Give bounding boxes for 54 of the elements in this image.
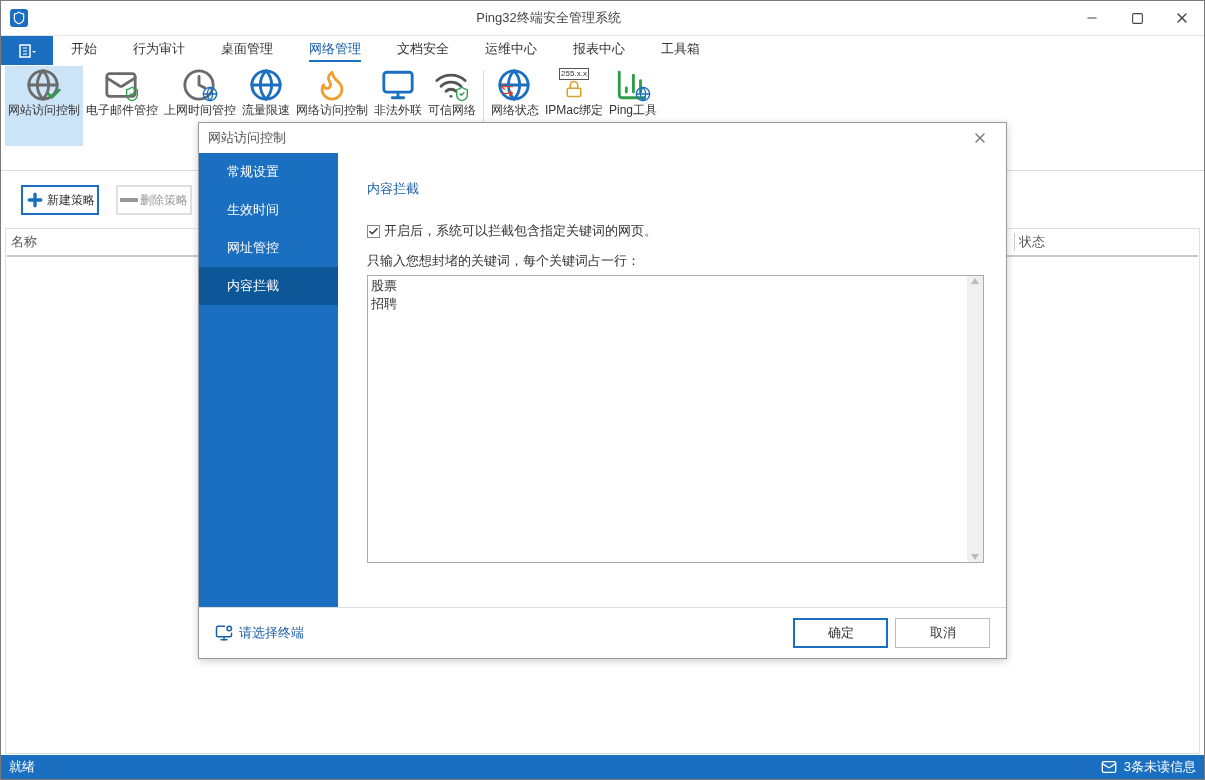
dialog-title: 网站访问控制 [208,129,286,147]
menu-tab[interactable]: 运维中心 [467,36,555,65]
menu-tab[interactable]: 工具箱 [643,36,718,65]
select-terminal-link[interactable]: 请选择终端 [239,623,304,643]
unread-messages-link[interactable]: 3条未读信息 [1123,757,1196,777]
sidebar-item[interactable]: 生效时间 [199,191,338,229]
ribbon-button[interactable]: 可信网络 [425,66,479,146]
new-policy-button[interactable]: 新建策略 [21,185,99,215]
ribbon-button[interactable]: 网络状态 [488,66,542,146]
scroll-down-icon [971,554,979,560]
sidebar-item[interactable]: 网址管控 [199,229,338,267]
plus-icon [25,190,45,210]
menu-tab[interactable]: 文档安全 [379,36,467,65]
menu-tab[interactable]: 报表中心 [555,36,643,65]
menu-tab[interactable]: 行为审计 [115,36,203,65]
signal-globe-icon [615,68,652,102]
ribbon-button[interactable]: 电子邮件管控 [83,66,161,146]
globe-check-icon [26,68,62,102]
column-header: 名称 [10,233,37,251]
maximize-icon[interactable] [1131,11,1144,25]
globe-network-icon [249,68,283,102]
menu-tab[interactable]: 桌面管理 [203,36,291,65]
ribbon-button[interactable]: Ping工具 [606,66,661,146]
cancel-button[interactable]: 取消 [895,618,990,648]
ribbon-button[interactable]: 255.x.x IPMac绑定 [542,66,606,146]
ok-button[interactable]: 确定 [793,618,888,648]
field-label: 只输入您想封堵的关键词，每个关键词占一行： [367,252,641,270]
keyword-line: 股票 [371,278,398,296]
ribbon-button[interactable]: 网站访问控制 [5,66,83,146]
section-title: 内容拦截 [367,181,420,198]
globe-arrows-icon [497,68,533,102]
window-title: Ping32终端安全管理系统 [475,9,622,28]
file-menu-button[interactable] [1,36,53,65]
menu-icon [17,43,37,58]
mail-icon[interactable] [1099,759,1118,775]
status-text: 就绪 [9,758,35,777]
ribbon-button[interactable]: 网络访问控制 [293,66,371,146]
column-header: 状态 [1014,232,1198,252]
keyword-field[interactable]: 股票 招聘 [367,275,984,563]
scrollbar[interactable] [967,276,983,562]
app-logo-icon [10,9,28,27]
sidebar-item[interactable]: 常规设置 [199,153,338,191]
checkbox-label: 开启后，系统可以拦截包含指定关键词的网页。 [384,222,657,240]
minus-icon [120,198,138,202]
ribbon-button[interactable]: 非法外联 [371,66,425,146]
clock-globe-icon [182,68,218,102]
checkbox[interactable] [367,224,380,238]
keyword-line: 招聘 [371,296,398,314]
monitor-icon [215,624,233,642]
menu-tab[interactable]: 网络管理 [291,36,379,65]
check-icon [368,225,379,237]
scroll-up-icon [971,278,979,285]
sidebar-item[interactable]: 内容拦截 [199,267,338,305]
menu-tab[interactable]: 开始 [53,36,115,65]
